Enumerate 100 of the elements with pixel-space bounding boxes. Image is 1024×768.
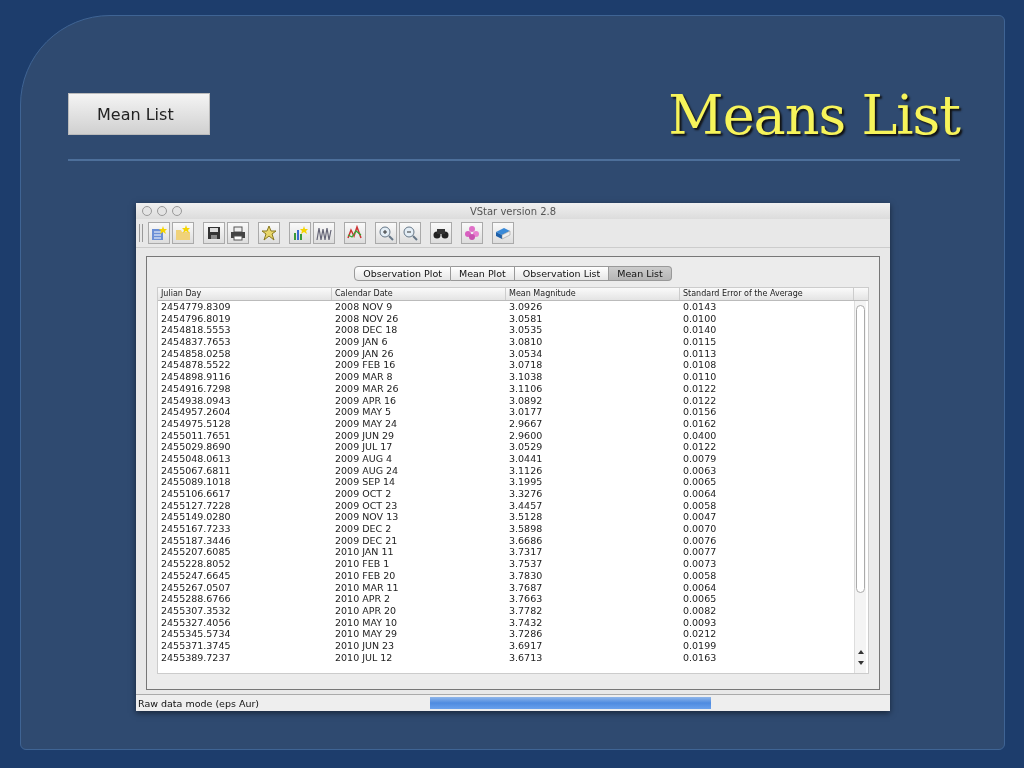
table-cell-text: 2455106.6617 bbox=[160, 488, 232, 500]
table-cell-text: 2454779.8309 bbox=[160, 301, 232, 313]
zoom-in-icon bbox=[378, 225, 394, 241]
table-cell-text: 2010 MAR 11 bbox=[334, 581, 400, 594]
column-header[interactable]: Calendar Date bbox=[332, 288, 506, 300]
table-cell-text: 3.1126 bbox=[508, 464, 544, 477]
toolbar-button[interactable] bbox=[430, 222, 452, 244]
table-cell-text: 2455127.7228 bbox=[160, 499, 232, 512]
table-cell-text: 2455048.0613 bbox=[160, 452, 232, 465]
table-cell-text: 3.7830 bbox=[508, 569, 544, 582]
table-cell-text: 3.7663 bbox=[508, 593, 544, 605]
table-cell-text: 2455187.3446 bbox=[160, 534, 232, 547]
toolbar-button[interactable] bbox=[203, 222, 225, 244]
table-cell-text: 2009 AUG 24 bbox=[334, 464, 400, 477]
table-cell-text: 2455067.6811 bbox=[160, 464, 232, 477]
table-cell-text: 0.0063 bbox=[682, 464, 718, 477]
table-cell-text: 0.0108 bbox=[682, 359, 718, 372]
scroll-up-icon[interactable] bbox=[856, 648, 865, 656]
table-cell-text: 2455011.7651 bbox=[160, 429, 232, 442]
scroll-bar[interactable] bbox=[854, 301, 866, 673]
table-cell-text: 0.0110 bbox=[682, 371, 718, 383]
table-cell-text: 0.0047 bbox=[682, 511, 718, 524]
table-cell-text: 0.0065 bbox=[682, 476, 718, 488]
table-cell-text: 2008 DEC 18 bbox=[334, 324, 399, 337]
table-cell-text: 0.0162 bbox=[682, 417, 718, 430]
table-cell-text: 2455345.5734 bbox=[160, 628, 232, 640]
table-cell-text: 3.7432 bbox=[508, 616, 544, 629]
printer-icon bbox=[230, 225, 246, 241]
tab[interactable]: Mean Plot bbox=[451, 266, 515, 281]
folder-star-icon bbox=[175, 225, 191, 241]
column-header[interactable]: Julian Day bbox=[158, 288, 332, 300]
table-cell-text: 3.1106 bbox=[508, 382, 544, 395]
table-cell-text: 2009 OCT 23 bbox=[334, 499, 399, 512]
table-cell-text: 2010 APR 20 bbox=[334, 604, 398, 617]
table-cell-text: 2010 JUN 23 bbox=[334, 639, 396, 652]
status-text: Raw data mode (eps Aur) bbox=[137, 697, 261, 709]
table-cell-text: 2009 MAY 5 bbox=[334, 406, 393, 418]
table-cell-text: 0.0073 bbox=[682, 558, 718, 570]
table-cell-text: 2454916.7298 bbox=[160, 382, 232, 395]
table-cell-text: 3.0892 bbox=[508, 394, 544, 407]
table-cell-text: 0.0400 bbox=[682, 429, 718, 442]
table-cell-text: 0.0065 bbox=[682, 593, 718, 605]
zoom-button[interactable] bbox=[172, 206, 182, 216]
table-cell-text: 2455327.4056 bbox=[160, 616, 232, 629]
table-cell-text: 2.9667 bbox=[508, 417, 544, 430]
table-cell-text: 2455247.6645 bbox=[160, 569, 232, 582]
book-icon bbox=[495, 225, 511, 241]
table-cell-text: 2455149.0280 bbox=[160, 511, 232, 524]
table-cell-text: 3.7317 bbox=[508, 546, 544, 559]
table-cell-text: 2455267.0507 bbox=[160, 581, 232, 594]
table-cell-text: 2454898.9116 bbox=[160, 371, 232, 383]
table-cell-text: 2454957.2604 bbox=[160, 406, 232, 418]
column-header[interactable]: Standard Error of the Average bbox=[680, 288, 854, 300]
table-cell-text: 3.7537 bbox=[508, 558, 544, 570]
toolbar-button[interactable] bbox=[492, 222, 514, 244]
chart-star-icon bbox=[292, 225, 308, 241]
table-cell-text: 0.0143 bbox=[682, 301, 718, 313]
table-cell-text: 2455371.3745 bbox=[160, 639, 232, 652]
tab[interactable]: Observation Plot bbox=[354, 266, 451, 281]
toolbar-button[interactable] bbox=[227, 222, 249, 244]
slide-title: Means List bbox=[668, 89, 960, 143]
spikes-icon bbox=[316, 225, 332, 241]
table-cell-text: 2009 FEB 16 bbox=[334, 359, 397, 372]
table-cell-text: 2.9600 bbox=[508, 429, 544, 442]
table-cell-text: 0.0064 bbox=[682, 488, 718, 500]
tab[interactable]: Observation List bbox=[514, 266, 610, 281]
table-cell-text: 2010 MAY 10 bbox=[334, 616, 399, 629]
table-cell-text: 3.7687 bbox=[508, 581, 544, 594]
table-cell-text: 0.0122 bbox=[682, 441, 718, 453]
table-cell-text: 2454938.0943 bbox=[160, 394, 232, 407]
table-cell-text: 2009 MAY 24 bbox=[334, 417, 399, 430]
table-cell-text: 3.1038 bbox=[508, 371, 544, 383]
table-cell-text: 0.0076 bbox=[682, 534, 718, 547]
table-cell-text: 2010 FEB 20 bbox=[334, 569, 397, 582]
table-cell-text: 0.0093 bbox=[682, 616, 718, 629]
table-cell-text: 0.0140 bbox=[682, 324, 718, 337]
table-cell-text: 2009 AUG 4 bbox=[334, 452, 394, 465]
close-button[interactable] bbox=[142, 206, 152, 216]
table-cell-text: 3.0177 bbox=[508, 406, 544, 418]
table-cell-text: 2009 APR 16 bbox=[334, 394, 398, 407]
table-cell-text: 2454796.8019 bbox=[160, 312, 232, 325]
table-cell-text: 3.0718 bbox=[508, 359, 544, 372]
table-cell-text: 3.4457 bbox=[508, 499, 544, 512]
scroll-thumb[interactable] bbox=[856, 305, 865, 593]
table-cell-text: 3.0581 bbox=[508, 312, 544, 325]
minimize-button[interactable] bbox=[157, 206, 167, 216]
table-cell-text: 0.0058 bbox=[682, 569, 718, 582]
table-cell-text: 2009 MAR 8 bbox=[334, 371, 394, 383]
star-icon bbox=[261, 225, 277, 241]
tab[interactable]: Mean List bbox=[609, 266, 672, 281]
table-cell-text: 2009 JAN 26 bbox=[334, 347, 395, 360]
table-cell-text: 3.6686 bbox=[508, 534, 544, 547]
table-cell-text: 2010 JUL 12 bbox=[334, 651, 394, 664]
scroll-down-icon[interactable] bbox=[856, 659, 865, 667]
table-cell-text: 2454975.5128 bbox=[160, 417, 232, 430]
table-cell-text: 0.0122 bbox=[682, 394, 718, 407]
column-header[interactable]: Mean Magnitude bbox=[506, 288, 680, 300]
window-title: VStar version 2.8 bbox=[469, 205, 557, 217]
table-cell-text: 2455089.1018 bbox=[160, 476, 232, 488]
table-cell-text: 0.0082 bbox=[682, 604, 718, 617]
